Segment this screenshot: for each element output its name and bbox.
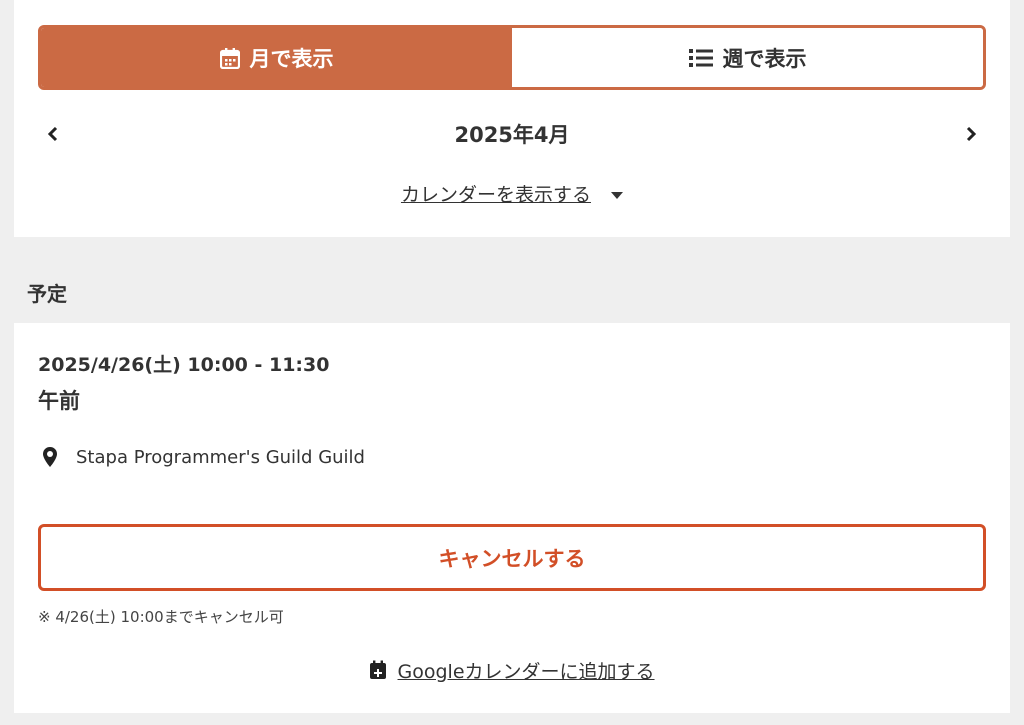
add-to-google-calendar-link[interactable]: Googleカレンダーに追加する — [398, 661, 655, 683]
event-datetime: 2025/4/26(土) 10:00 - 11:30 — [38, 354, 330, 376]
cancel-deadline-note: ※ 4/26(土) 10:00までキャンセル可 — [38, 608, 284, 626]
event-card — [14, 323, 1010, 713]
week-view-label: 週で表示 — [722, 46, 807, 71]
calendar-toggle: カレンダーを表示する — [0, 180, 1024, 207]
month-view-button[interactable]: 月で表示 — [41, 28, 512, 87]
week-view-button[interactable]: 週で表示 — [512, 28, 983, 87]
calendar-icon — [219, 47, 240, 69]
month-navigation: 2025年4月 — [38, 112, 986, 156]
prev-month-button[interactable] — [38, 119, 68, 149]
caret-down-icon[interactable] — [611, 192, 624, 199]
calendar-plus-icon[interactable] — [369, 660, 387, 680]
show-calendar-link[interactable]: カレンダーを表示する — [401, 184, 591, 206]
next-month-button[interactable] — [956, 119, 986, 149]
cancel-button[interactable]: キャンセルする — [38, 524, 986, 591]
section-title: 予定 — [27, 282, 67, 306]
google-calendar-row: Googleカレンダーに追加する — [0, 657, 1024, 684]
chevron-right-icon — [966, 126, 977, 142]
map-pin-icon — [42, 446, 58, 468]
list-icon — [688, 48, 713, 68]
current-month: 2025年4月 — [454, 123, 570, 147]
view-toggle: 月で表示 週で表示 — [38, 25, 986, 90]
month-view-label: 月で表示 — [249, 46, 334, 71]
event-location-text: Stapa Programmer's Guild Guild — [76, 446, 365, 468]
event-location: Stapa Programmer's Guild Guild — [42, 446, 365, 468]
event-name: 午前 — [38, 389, 80, 413]
chevron-left-icon — [47, 126, 58, 142]
